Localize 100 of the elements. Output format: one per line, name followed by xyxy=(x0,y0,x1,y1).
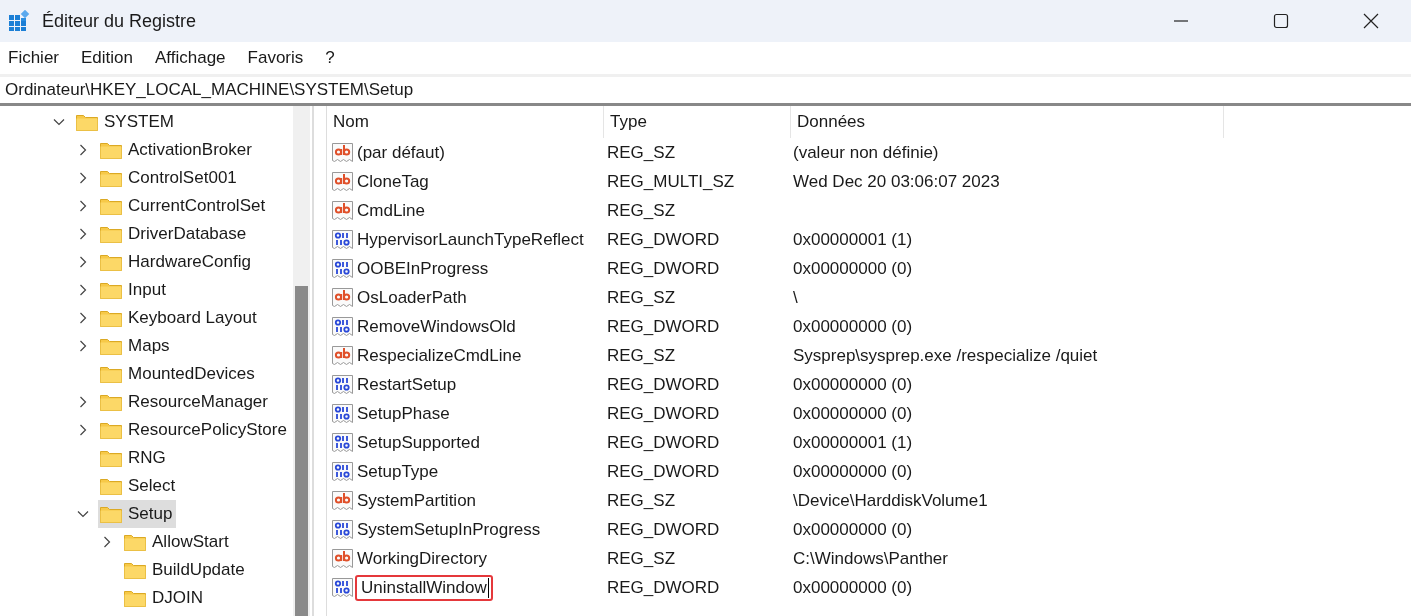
address-bar[interactable]: Ordinateur\HKEY_LOCAL_MACHINE\SYSTEM\Setup xyxy=(0,77,1411,106)
binary-value-icon xyxy=(331,372,355,397)
folder-icon xyxy=(124,533,146,551)
minimize-icon xyxy=(1173,20,1189,22)
value-data: 0x00000000 (0) xyxy=(792,374,914,395)
tree-item[interactable]: Input xyxy=(98,276,170,304)
value-data: C:\Windows\Panther xyxy=(792,548,949,569)
folder-icon xyxy=(124,561,146,579)
value-data: 0x00000000 (0) xyxy=(792,403,914,424)
value-name[interactable]: OsLoaderPath xyxy=(357,287,467,308)
value-name[interactable]: SetupType xyxy=(357,461,439,482)
value-name[interactable]: SetupPhase xyxy=(357,403,450,424)
scrollbar-thumb[interactable] xyxy=(295,286,308,616)
column-header[interactable]: Données xyxy=(791,106,1224,138)
tree-item[interactable]: Keyboard Layout xyxy=(98,304,261,332)
tree-item[interactable]: Select xyxy=(98,472,180,500)
binary-value-icon xyxy=(331,575,355,600)
folder-icon xyxy=(100,505,122,523)
value-data: 0x00000000 (0) xyxy=(792,577,914,598)
tree-item[interactable]: ResourceManager xyxy=(98,388,272,416)
value-type: REG_SZ xyxy=(606,287,677,308)
folder-icon xyxy=(100,477,122,495)
value-data: 0x00000000 (0) xyxy=(792,258,914,279)
menu-item[interactable]: Edition xyxy=(81,48,133,68)
menu-item[interactable]: Favoris xyxy=(247,48,304,68)
value-name[interactable]: CmdLine xyxy=(357,200,426,221)
column-header[interactable]: Type xyxy=(604,106,791,138)
value-data: (valeur non définie) xyxy=(792,142,940,163)
value-type: REG_DWORD xyxy=(606,577,721,598)
value-type: REG_DWORD xyxy=(606,461,721,482)
maximize-icon xyxy=(1273,13,1289,29)
folder-icon xyxy=(100,421,122,439)
value-type: REG_SZ xyxy=(606,142,677,163)
value-data: 0x00000000 (0) xyxy=(792,316,914,337)
value-type: REG_DWORD xyxy=(606,519,721,540)
value-data: \ xyxy=(792,287,799,308)
tree-item[interactable]: CurrentControlSet xyxy=(98,192,270,220)
menu-item[interactable]: Affichage xyxy=(155,48,226,68)
value-type: REG_SZ xyxy=(606,345,677,366)
binary-value-icon xyxy=(331,227,355,252)
folder-icon xyxy=(100,337,122,355)
value-name[interactable]: (par défaut) xyxy=(357,142,445,163)
tree-item[interactable]: DriverDatabase xyxy=(98,220,251,248)
tree-item[interactable]: Maps xyxy=(98,332,174,360)
binary-value-icon xyxy=(331,314,355,339)
folder-icon xyxy=(124,589,146,607)
binary-value-icon xyxy=(331,459,355,484)
folder-icon xyxy=(100,365,122,383)
binary-value-icon xyxy=(331,430,355,455)
folder-icon xyxy=(100,141,122,159)
tree-item[interactable]: AllowStart xyxy=(122,528,233,556)
window-title: Éditeur du Registre xyxy=(42,10,198,32)
binary-value-icon xyxy=(331,517,355,542)
value-data: 0x00000000 (0) xyxy=(792,461,914,482)
value-name[interactable]: HypervisorLaunchTypeReflect xyxy=(357,229,584,250)
tree-item[interactable]: SYSTEM xyxy=(74,108,178,136)
folder-icon xyxy=(100,169,122,187)
string-value-icon xyxy=(331,343,355,368)
value-name[interactable]: SystemPartition xyxy=(357,490,477,511)
value-name[interactable]: SystemSetupInProgress xyxy=(357,519,541,540)
value-type: REG_MULTI_SZ xyxy=(606,171,736,192)
value-name[interactable]: OOBEInProgress xyxy=(357,258,489,279)
tree-item[interactable]: ResourcePolicyStore xyxy=(98,416,291,444)
tree-item[interactable]: ControlSet001 xyxy=(98,164,241,192)
column-header[interactable]: Nom xyxy=(327,106,604,138)
value-name[interactable]: RemoveWindowsOld xyxy=(357,316,516,337)
folder-icon xyxy=(100,225,122,243)
value-data: 0x00000001 (1) xyxy=(792,229,914,250)
tree-item[interactable]: Setup xyxy=(98,500,177,528)
value-type: REG_DWORD xyxy=(606,432,721,453)
value-name[interactable]: RespecializeCmdLine xyxy=(357,345,522,366)
value-type: REG_DWORD xyxy=(606,258,721,279)
value-name[interactable]: RestartSetup xyxy=(357,374,457,395)
folder-icon xyxy=(100,393,122,411)
value-type: REG_SZ xyxy=(606,548,677,569)
tree-item[interactable]: BuildUpdate xyxy=(122,556,249,584)
folder-icon xyxy=(100,253,122,271)
string-value-icon xyxy=(331,546,355,571)
string-value-icon xyxy=(331,488,355,513)
value-data: 0x00000001 (1) xyxy=(792,432,914,453)
menu-item[interactable]: Fichier xyxy=(8,48,59,68)
menu-item[interactable]: ? xyxy=(325,48,335,68)
value-type: REG_DWORD xyxy=(606,403,721,424)
tree-item[interactable]: MountedDevices xyxy=(98,360,259,388)
value-type: REG_DWORD xyxy=(606,374,721,395)
tree-item[interactable]: ActivationBroker xyxy=(98,136,256,164)
value-type: REG_DWORD xyxy=(606,316,721,337)
tree-item[interactable]: HardwareConfig xyxy=(98,248,255,276)
value-name[interactable]: WorkingDirectory xyxy=(357,548,488,569)
tree-item[interactable]: DJOIN xyxy=(122,584,208,612)
rename-field[interactable]: UninstallWindow xyxy=(355,574,493,601)
tree-item[interactable]: RNG xyxy=(98,444,170,472)
value-name[interactable]: CloneTag xyxy=(357,171,429,192)
binary-value-icon xyxy=(331,401,355,426)
value-data: Wed Dec 20 03:06:07 2023 xyxy=(792,171,1001,192)
folder-icon xyxy=(100,281,122,299)
folder-icon xyxy=(100,449,122,467)
folder-icon xyxy=(76,113,98,131)
value-type: REG_SZ xyxy=(606,490,677,511)
value-name[interactable]: SetupSupported xyxy=(357,432,480,453)
